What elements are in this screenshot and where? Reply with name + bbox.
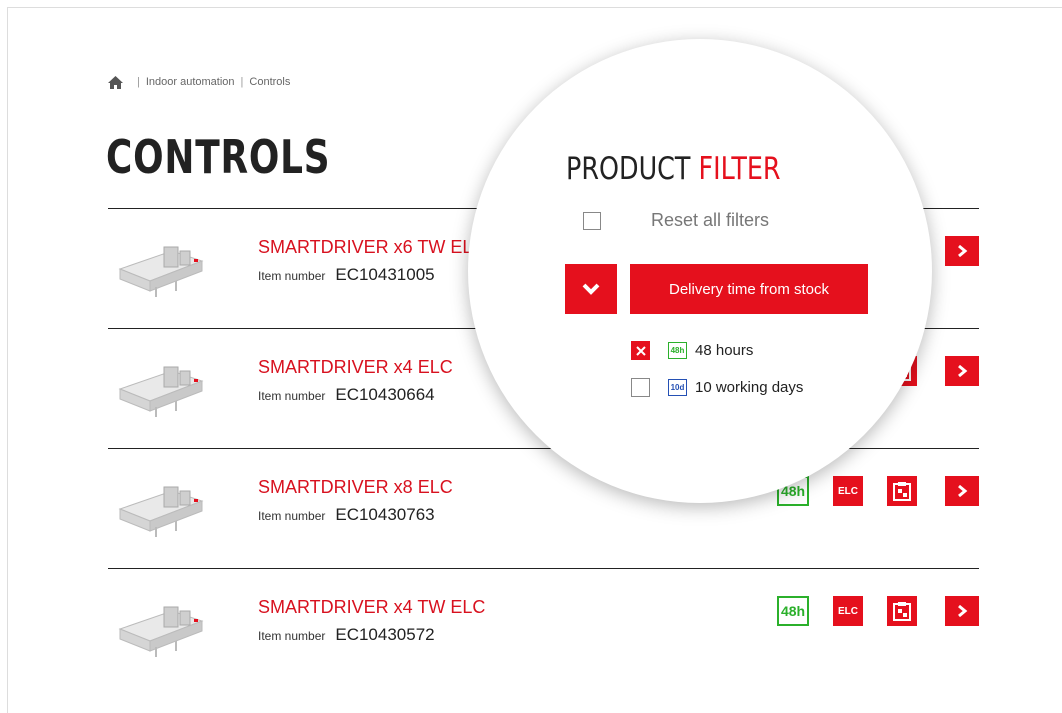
filter-option-48h[interactable]: 48h 48 hours: [631, 341, 753, 360]
breadcrumb-indoor-automation[interactable]: Indoor automation: [146, 76, 235, 88]
collapse-toggle[interactable]: [565, 264, 617, 314]
product-name[interactable]: SMARTDRIVER x6 TW ELC: [258, 237, 485, 258]
checked-checkbox[interactable]: [631, 341, 650, 360]
product-image[interactable]: [116, 349, 206, 419]
datasheet-icon[interactable]: [887, 476, 917, 506]
elc-badge: ELC: [833, 596, 863, 626]
chevron-right-icon[interactable]: [945, 236, 979, 266]
product-name[interactable]: SMARTDRIVER x4 TW ELC: [258, 597, 485, 618]
chevron-right-icon[interactable]: [945, 356, 979, 386]
filter-option-10d[interactable]: 10d 10 working days: [631, 378, 803, 397]
product-name[interactable]: SMARTDRIVER x4 ELC: [258, 357, 453, 378]
item-number-value: EC10430664: [335, 385, 435, 404]
item-number-line: Item number EC10430664: [258, 385, 435, 405]
page-title: CONTROLS: [106, 130, 331, 184]
item-number-value: EC10431005: [335, 265, 435, 284]
reset-filters-label[interactable]: Reset all filters: [651, 210, 769, 231]
reset-filters[interactable]: Reset all filters: [583, 210, 769, 231]
product-row[interactable]: SMARTDRIVER x8 ELC Item number EC1043076…: [108, 448, 979, 568]
item-number-line: Item number EC10431005: [258, 265, 435, 285]
item-number-label: Item number: [258, 629, 326, 643]
item-number-line: Item number EC10430572: [258, 625, 435, 645]
48h-icon: 48h: [668, 342, 687, 359]
delivery-48h-badge: 48h: [777, 596, 809, 626]
product-image[interactable]: [116, 589, 206, 659]
breadcrumb-controls[interactable]: Controls: [249, 76, 290, 88]
product-filter-title: PRODUCT FILTER: [566, 151, 781, 187]
breadcrumb: | Indoor automation | Controls: [108, 72, 290, 92]
item-number-line: Item number EC10430763: [258, 505, 435, 525]
unchecked-checkbox[interactable]: [631, 378, 650, 397]
item-number-label: Item number: [258, 269, 326, 283]
item-number-value: EC10430763: [335, 505, 435, 524]
product-row[interactable]: SMARTDRIVER x4 TW ELC Item number EC1043…: [108, 568, 979, 688]
filter-option-label[interactable]: 48 hours: [695, 342, 753, 359]
product-filter-magnifier: PRODUCT FILTER Reset all filters Deliver…: [468, 39, 932, 503]
breadcrumb-separator: |: [240, 76, 244, 88]
product-actions: [945, 236, 979, 266]
elc-badge: ELC: [833, 476, 863, 506]
breadcrumb-separator: |: [137, 76, 140, 88]
item-number-label: Item number: [258, 509, 326, 523]
10d-icon: 10d: [668, 379, 687, 396]
product-image[interactable]: [116, 229, 206, 299]
product-actions: 48h ELC: [777, 596, 979, 626]
chevron-right-icon[interactable]: [945, 476, 979, 506]
product-actions: 48h ELC: [777, 476, 979, 506]
filter-option-label[interactable]: 10 working days: [695, 379, 803, 396]
reset-checkbox[interactable]: [583, 211, 601, 230]
datasheet-icon[interactable]: [887, 596, 917, 626]
product-filter-title-part1: PRODUCT: [566, 151, 691, 187]
home-icon[interactable]: [108, 75, 123, 89]
delivery-time-filter-button[interactable]: Delivery time from stock: [630, 264, 868, 314]
product-filter-title-part2: FILTER: [698, 151, 781, 187]
chevron-right-icon[interactable]: [945, 596, 979, 626]
item-number-label: Item number: [258, 389, 326, 403]
product-name[interactable]: SMARTDRIVER x8 ELC: [258, 477, 453, 498]
item-number-value: EC10430572: [335, 625, 435, 644]
product-image[interactable]: [116, 469, 206, 539]
